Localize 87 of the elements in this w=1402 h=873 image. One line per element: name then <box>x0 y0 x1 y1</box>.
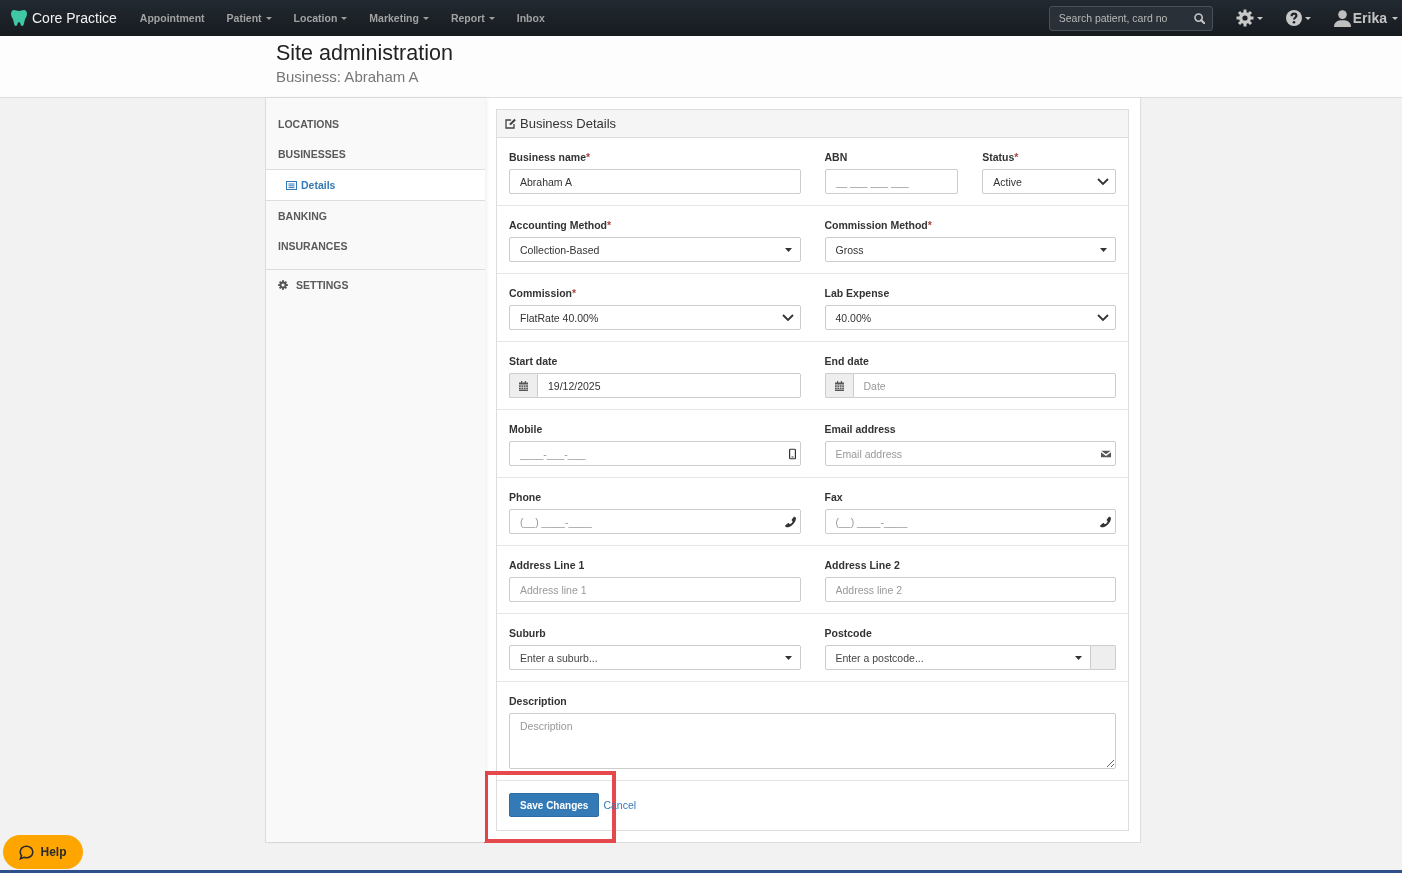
select-field[interactable]: FlatRate 40.00% <box>509 305 801 330</box>
sidebar-item[interactable]: INSURANCES <box>266 231 485 261</box>
field-label: Address Line 2 <box>824 558 901 573</box>
mobile-field[interactable]: ____-___-___ <box>509 441 801 466</box>
phone-field[interactable]: (__) ____-____ <box>509 509 801 534</box>
tooth-logo-icon[interactable] <box>11 9 27 27</box>
field-label: Accounting Method* <box>509 218 613 233</box>
field-label: End date <box>824 354 870 369</box>
phone-handset-icon <box>784 516 796 527</box>
sidebar-subitem[interactable]: Details <box>266 170 485 200</box>
select-field[interactable]: 40.00% <box>824 305 1116 330</box>
field-label: Description <box>509 694 568 709</box>
select-field[interactable]: Active <box>982 169 1116 194</box>
panel-title: Business Details <box>520 116 617 131</box>
mobile-phone-icon <box>788 448 796 459</box>
sidebar-item[interactable]: SETTINGS <box>266 270 485 300</box>
nav-menu-item[interactable]: Marketing <box>358 12 440 24</box>
caret-down-icon <box>341 16 348 20</box>
field-label: Start date <box>509 354 559 369</box>
nav-menu-item[interactable]: Location <box>282 12 359 24</box>
edit-icon <box>505 118 516 129</box>
field-label: Status* <box>982 150 1020 165</box>
caret-down-icon <box>1075 655 1082 660</box>
user-menu[interactable]: Erika <box>1333 9 1398 27</box>
caret-down-icon <box>422 16 429 20</box>
caret-down-icon <box>265 16 272 20</box>
dropdown-field[interactable]: Enter a postcode... <box>824 645 1091 670</box>
help-icon <box>1285 10 1302 26</box>
caret-down-icon <box>1304 16 1311 20</box>
list-icon <box>286 180 297 190</box>
field-label: Mobile <box>509 422 544 437</box>
phone-handset-icon <box>1100 516 1111 527</box>
chat-bubble-icon <box>19 844 35 860</box>
nav-menu-item[interactable]: Inbox <box>505 12 556 24</box>
dropdown-field[interactable]: Gross <box>824 237 1116 262</box>
dropdown-field[interactable]: Enter a suburb... <box>509 645 801 670</box>
sidebar-item[interactable]: LOCATIONS <box>266 109 485 139</box>
page-title: Site administration <box>276 40 454 67</box>
sidebar-item[interactable]: BUSINESSES <box>266 139 485 169</box>
field-label: Business name* <box>509 150 592 165</box>
text-field[interactable]: Abraham A <box>509 169 801 194</box>
field-label: Phone <box>509 490 543 505</box>
field-label: Email address <box>824 422 897 437</box>
user-icon <box>1333 9 1351 27</box>
nav-menu-item[interactable]: Appointment <box>128 12 216 24</box>
field-label: Lab Expense <box>824 286 891 301</box>
caret-down-icon <box>1256 16 1263 20</box>
sidebar-item[interactable]: BANKING <box>266 201 485 231</box>
field-label: Commission* <box>509 286 578 301</box>
date-field[interactable]: 19/12/2025 <box>537 373 801 398</box>
caret-down-icon <box>488 16 495 20</box>
gear-icon <box>278 280 288 290</box>
text-field[interactable]: Address line 2 <box>824 577 1116 602</box>
dropdown-field[interactable]: Collection-Based <box>509 237 801 262</box>
nav-menu-item[interactable]: Patient <box>215 12 283 24</box>
gear-icon <box>1235 9 1254 27</box>
search-icon <box>1193 12 1205 24</box>
chevron-down-icon <box>1097 314 1109 321</box>
save-button[interactable]: Save Changes <box>509 793 600 817</box>
settings-menu-button[interactable] <box>1235 9 1263 27</box>
envelope-icon <box>1101 450 1111 457</box>
field-label: Commission Method* <box>824 218 933 233</box>
field-label: Address Line 1 <box>509 558 586 573</box>
help-menu-button[interactable] <box>1285 10 1311 26</box>
field-label: Fax <box>824 490 844 505</box>
help-button[interactable]: Help <box>3 835 83 869</box>
field-label: ABN <box>824 150 849 165</box>
calendar-icon[interactable] <box>824 373 853 398</box>
field-label: Suburb <box>509 626 547 641</box>
phone-field[interactable]: (__) ____-____ <box>824 509 1116 534</box>
email-field[interactable]: Email address <box>824 441 1116 466</box>
search-field[interactable]: Search patient, card no <box>1048 5 1213 31</box>
chevron-down-icon <box>781 314 794 321</box>
description-field[interactable]: Description <box>509 713 1116 769</box>
page-subtitle: Business: Abraham A <box>276 67 420 86</box>
calendar-icon[interactable] <box>509 373 537 398</box>
date-field[interactable]: Date <box>852 373 1116 398</box>
nav-menu-item[interactable]: Report <box>439 12 506 24</box>
text-field[interactable]: __ ___ ___ ___ <box>824 169 959 194</box>
caret-down-icon <box>784 655 792 660</box>
caret-down-icon <box>1100 247 1107 252</box>
caret-down-icon <box>1392 16 1398 20</box>
chevron-down-icon <box>1097 178 1109 185</box>
field-label: Postcode <box>824 626 873 641</box>
text-field[interactable]: Address line 1 <box>509 577 801 602</box>
caret-down-icon <box>784 247 792 252</box>
brand-name[interactable]: Core Practice <box>32 10 117 26</box>
